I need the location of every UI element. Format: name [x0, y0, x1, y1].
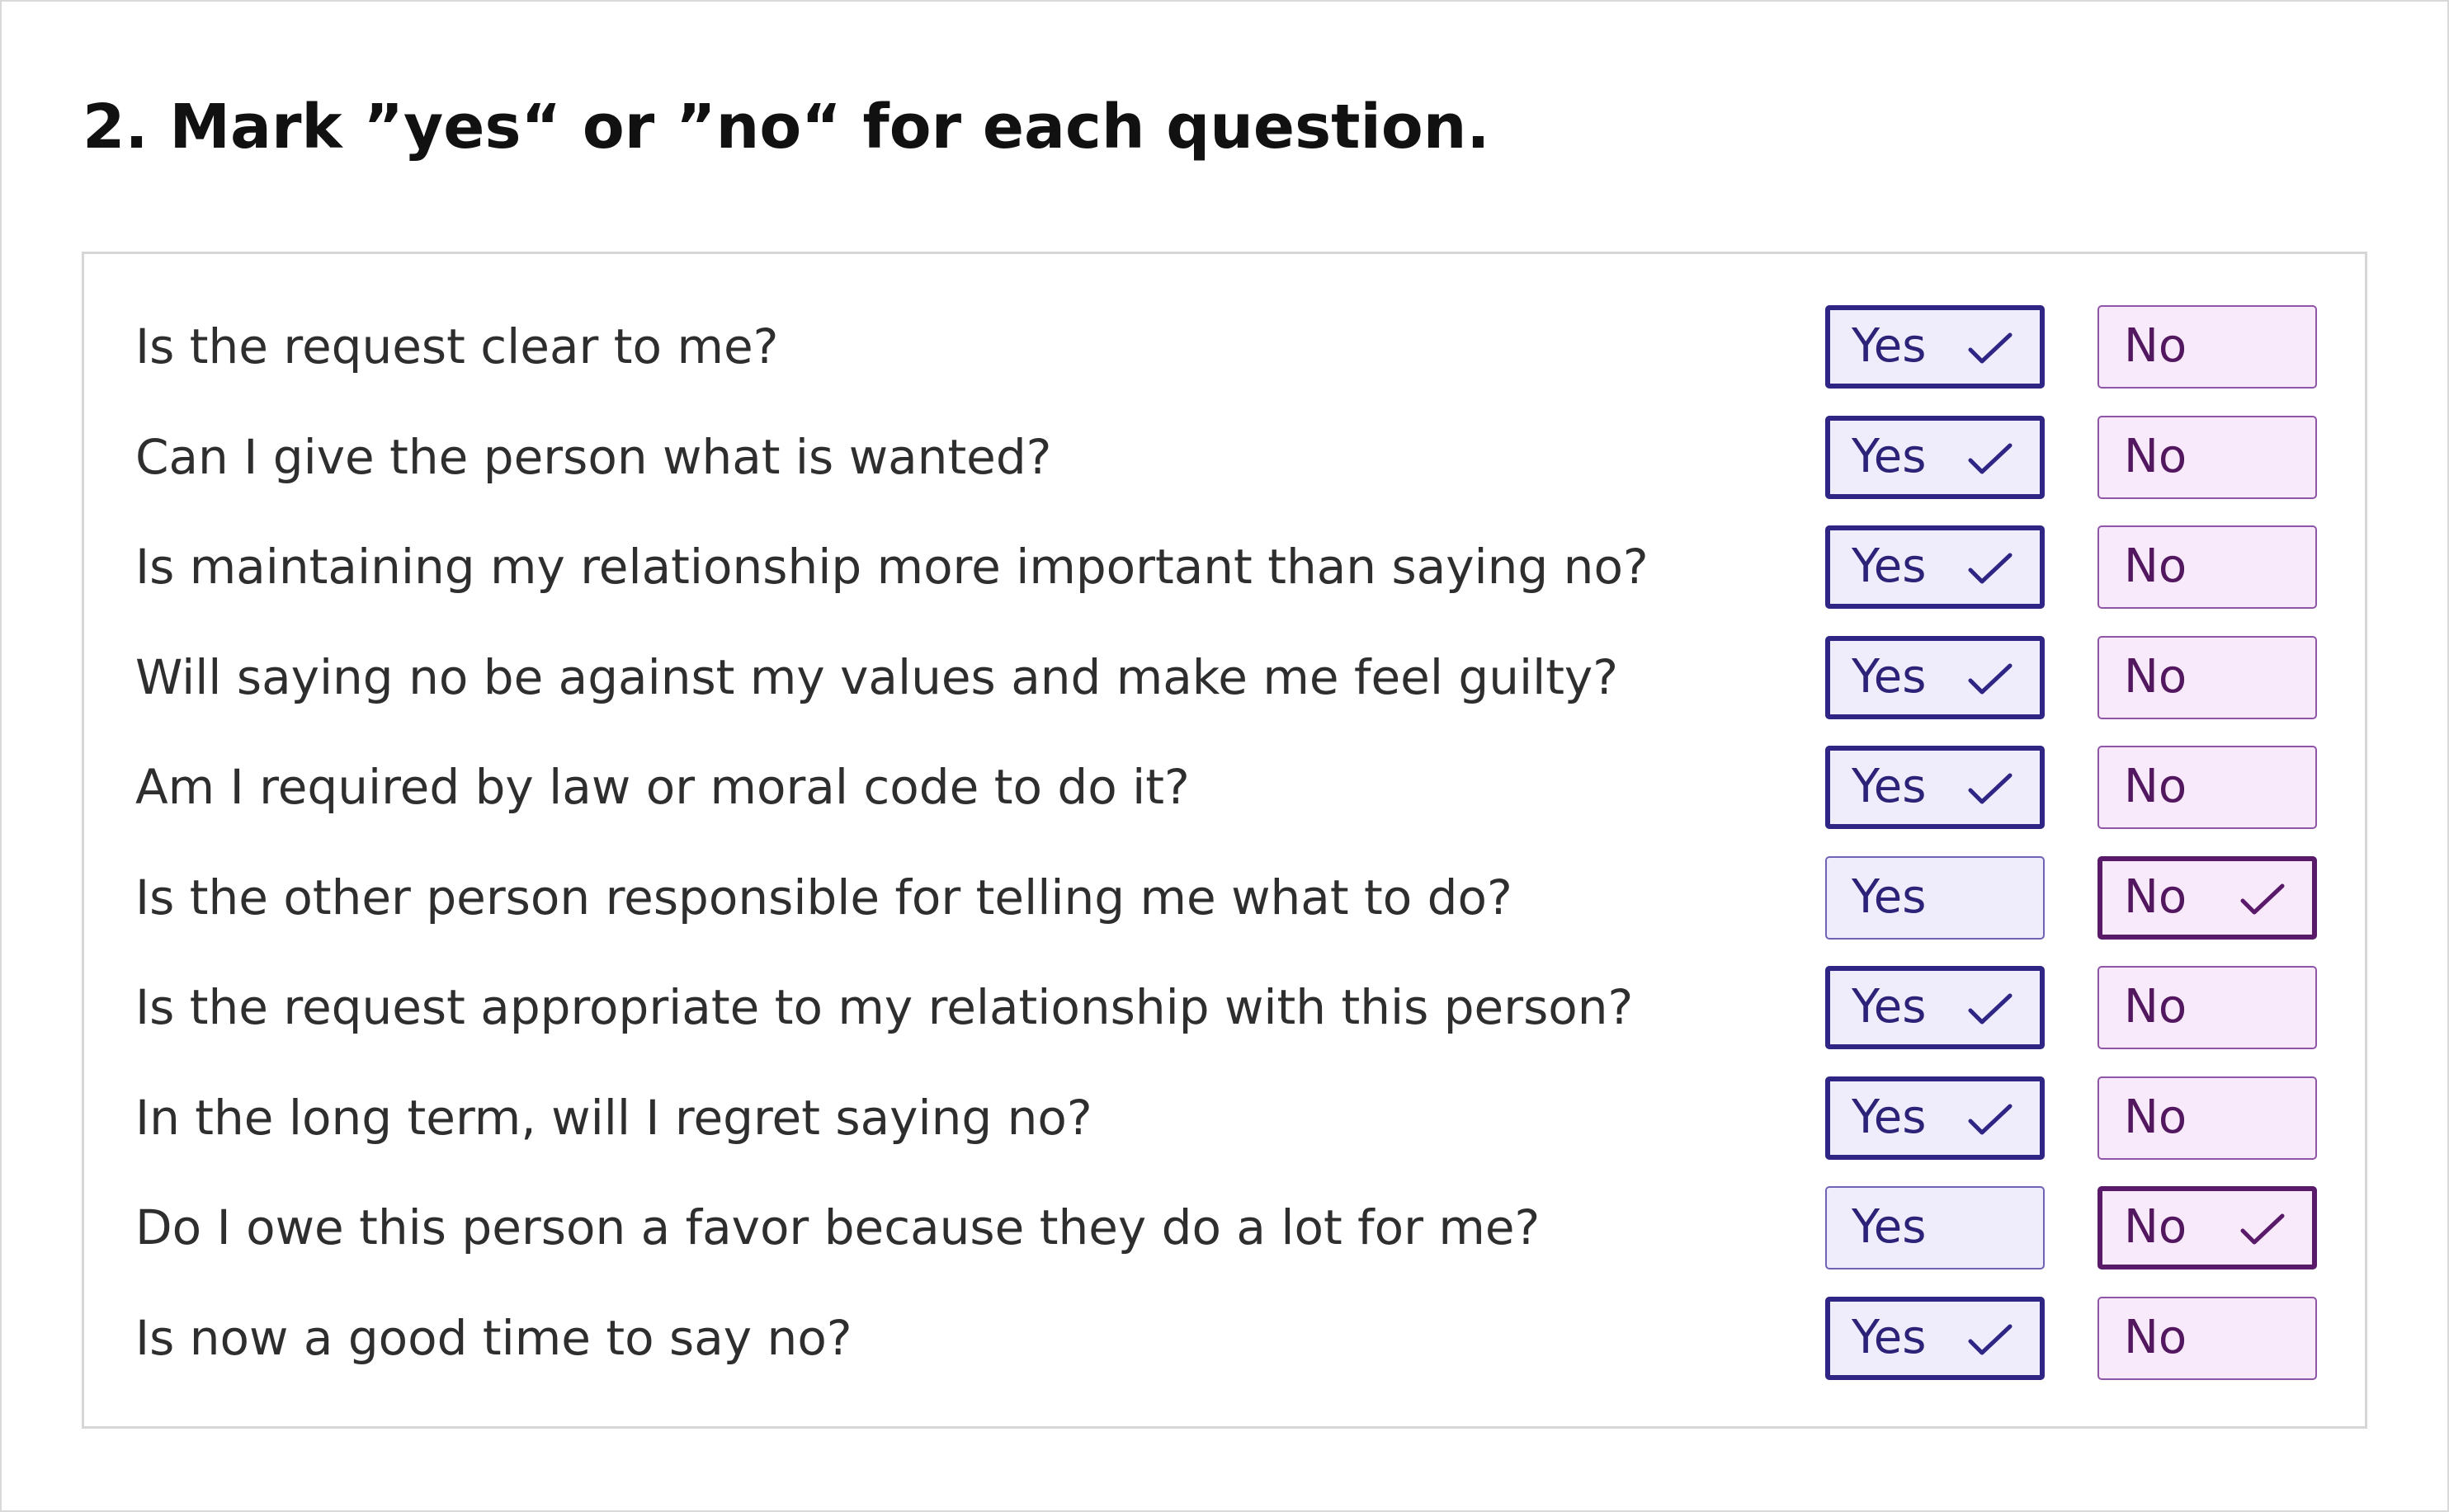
checkmark-icon — [1968, 1324, 2013, 1355]
yes-option[interactable]: Yes — [1825, 525, 2045, 609]
checkmark-icon — [1968, 332, 2013, 364]
no-label: No — [2124, 1311, 2187, 1364]
yes-label: Yes — [1852, 319, 1927, 373]
question-text: In the long term, will I regret saying n… — [135, 1090, 1092, 1146]
checkmark-icon — [1968, 773, 2013, 804]
yes-label: Yes — [1852, 650, 1927, 704]
question-text: Is the other person responsible for tell… — [135, 869, 1512, 926]
yes-label: Yes — [1852, 1311, 1927, 1364]
question-text: Am I required by law or moral code to do… — [135, 759, 1190, 815]
question-text: Is the request appropriate to my relatio… — [135, 979, 1634, 1035]
yes-option[interactable]: Yes — [1825, 1297, 2045, 1380]
checkmark-icon — [2240, 883, 2285, 915]
yes-label: Yes — [1852, 760, 1927, 813]
yes-label: Yes — [1852, 430, 1927, 483]
no-label: No — [2124, 319, 2187, 373]
checkmark-icon — [1968, 443, 2013, 474]
yes-option[interactable]: Yes — [1825, 856, 2045, 940]
yes-option[interactable]: Yes — [1825, 636, 2045, 719]
no-option[interactable]: No — [2097, 856, 2317, 940]
no-label: No — [2124, 760, 2187, 813]
no-label: No — [2124, 650, 2187, 704]
question-text: Is the request clear to me? — [135, 318, 779, 374]
question-row: Is now a good time to say no? Yes No — [84, 1297, 2365, 1380]
no-label: No — [2124, 1090, 2187, 1144]
question-row: Am I required by law or moral code to do… — [84, 746, 2365, 829]
question-row: Will saying no be against my values and … — [84, 636, 2365, 719]
yes-label: Yes — [1852, 870, 1927, 924]
checkmark-icon — [2240, 1213, 2285, 1245]
no-option[interactable]: No — [2097, 966, 2317, 1049]
question-row: In the long term, will I regret saying n… — [84, 1076, 2365, 1160]
yes-label: Yes — [1852, 980, 1927, 1034]
question-row: Is the request clear to me? Yes No — [84, 305, 2365, 389]
checkmark-icon — [1968, 663, 2013, 695]
no-option[interactable]: No — [2097, 1186, 2317, 1269]
no-option[interactable]: No — [2097, 305, 2317, 389]
yes-label: Yes — [1852, 539, 1927, 593]
question-row: Is the other person responsible for tell… — [84, 856, 2365, 940]
yes-option[interactable]: Yes — [1825, 746, 2045, 829]
no-label: No — [2124, 870, 2187, 924]
no-label: No — [2124, 539, 2187, 593]
yes-label: Yes — [1852, 1200, 1927, 1254]
worksheet-frame: 2. Mark ”yes“ or ”no“ for each question.… — [0, 0, 2449, 1512]
no-option[interactable]: No — [2097, 746, 2317, 829]
checkmark-icon — [1968, 1104, 2013, 1135]
yes-option[interactable]: Yes — [1825, 305, 2045, 389]
question-text: Is maintaining my relationship more impo… — [135, 539, 1649, 595]
questions-panel: Is the request clear to me? Yes No Can I gi… — [82, 252, 2367, 1429]
question-row: Do I owe this person a favor because the… — [84, 1186, 2365, 1269]
yes-option[interactable]: Yes — [1825, 966, 2045, 1049]
question-text: Will saying no be against my values and … — [135, 649, 1619, 705]
no-option[interactable]: No — [2097, 525, 2317, 609]
no-label: No — [2124, 980, 2187, 1034]
no-option[interactable]: No — [2097, 1297, 2317, 1380]
no-option[interactable]: No — [2097, 1076, 2317, 1160]
question-text: Is now a good time to say no? — [135, 1310, 852, 1366]
yes-option[interactable]: Yes — [1825, 1076, 2045, 1160]
question-row: Is maintaining my relationship more impo… — [84, 525, 2365, 609]
checkmark-icon — [1968, 553, 2013, 584]
question-text: Can I give the person what is wanted? — [135, 429, 1052, 485]
question-text: Do I owe this person a favor because the… — [135, 1199, 1541, 1255]
no-label: No — [2124, 1200, 2187, 1254]
question-row: Is the request appropriate to my relatio… — [84, 966, 2365, 1049]
yes-label: Yes — [1852, 1090, 1927, 1144]
question-heading: 2. Mark ”yes“ or ”no“ for each question. — [83, 92, 1490, 163]
no-option[interactable]: No — [2097, 636, 2317, 719]
yes-option[interactable]: Yes — [1825, 1186, 2045, 1269]
checkmark-icon — [1968, 993, 2013, 1024]
yes-option[interactable]: Yes — [1825, 416, 2045, 499]
no-option[interactable]: No — [2097, 416, 2317, 499]
question-row: Can I give the person what is wanted? Yes… — [84, 416, 2365, 499]
no-label: No — [2124, 430, 2187, 483]
